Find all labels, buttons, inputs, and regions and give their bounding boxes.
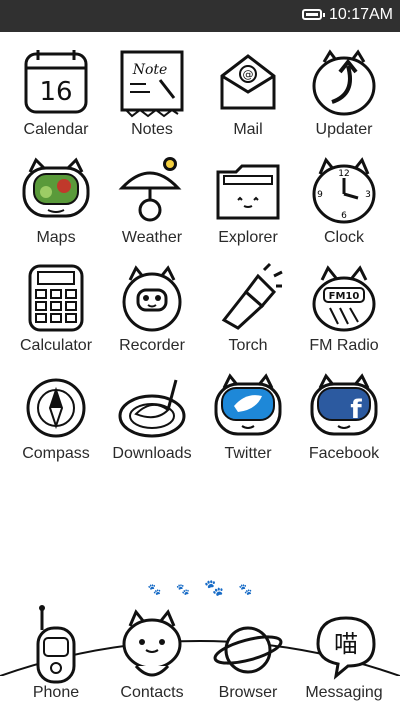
app-explorer[interactable]: Explorer: [198, 148, 298, 253]
notes-text: Note: [132, 62, 168, 78]
explorer-icon: [216, 164, 280, 220]
notes-icon: Note: [120, 50, 184, 118]
twitter-icon: [214, 373, 282, 436]
fm-radio-icon: FM10: [312, 265, 376, 332]
paw-dot-icon[interactable]: 🐾: [238, 583, 252, 596]
updater-icon: [312, 49, 376, 116]
page-indicator: 🐾 🐾 🐾 🐾: [0, 578, 400, 598]
dock: Phone Contacts Browser 喵 Messaging: [0, 598, 400, 711]
browser-icon: [213, 626, 283, 674]
maps-icon: [22, 157, 90, 218]
clock-number: 9: [317, 190, 323, 200]
app-label: Twitter: [224, 445, 272, 462]
battery-icon: [302, 9, 325, 20]
dock-messaging[interactable]: 喵 Messaging: [294, 598, 394, 703]
app-label: Phone: [32, 684, 80, 701]
app-weather[interactable]: Weather: [102, 148, 202, 253]
downloads-icon: [118, 379, 186, 438]
radio-tag: FM10: [329, 291, 360, 302]
recorder-icon: [122, 265, 182, 332]
messaging-glyph: 喵: [334, 630, 358, 658]
dock-phone[interactable]: Phone: [6, 598, 106, 703]
app-label: Notes: [131, 121, 173, 138]
app-label: Browser: [218, 684, 278, 701]
app-label: Messaging: [305, 684, 383, 701]
paw-dot-icon[interactable]: 🐾: [176, 583, 190, 596]
app-label: Contacts: [120, 684, 184, 701]
status-time: 10:17AM: [328, 6, 393, 23]
calculator-icon: [28, 264, 84, 332]
app-label: Maps: [36, 229, 76, 246]
torch-icon: [221, 262, 283, 330]
calendar-icon: 16: [24, 50, 88, 114]
app-label: Downloads: [112, 445, 192, 462]
app-updater[interactable]: Updater: [294, 40, 394, 145]
clock-number: 12: [338, 169, 349, 179]
app-compass[interactable]: Compass: [6, 364, 106, 469]
app-label: Facebook: [308, 445, 380, 462]
app-label: Calculator: [19, 337, 93, 354]
clock-number: 6: [341, 211, 347, 221]
compass-icon: [26, 378, 86, 438]
app-label: Explorer: [218, 229, 278, 246]
paw-dot-active-icon[interactable]: 🐾: [204, 578, 224, 598]
clock-icon: 12 3 6 9: [312, 157, 376, 224]
app-downloads[interactable]: Downloads: [102, 364, 202, 469]
app-label: FM Radio: [309, 337, 379, 354]
app-label: Weather: [121, 229, 183, 246]
app-calculator[interactable]: Calculator: [6, 256, 106, 361]
clock-number: 3: [365, 190, 371, 200]
facebook-icon: f: [310, 373, 378, 436]
weather-icon: [118, 157, 182, 222]
app-label: Mail: [233, 121, 263, 138]
app-label: Calendar: [23, 121, 89, 138]
app-fm-radio[interactable]: FM10 FM Radio: [294, 256, 394, 361]
svg-text:f: f: [350, 395, 362, 425]
paw-dot-icon[interactable]: 🐾: [148, 583, 162, 596]
app-mail[interactable]: @ Mail: [198, 40, 298, 145]
app-clock[interactable]: 12 3 6 9 Clock: [294, 148, 394, 253]
app-label: Compass: [22, 445, 90, 462]
app-notes[interactable]: Note Notes: [102, 40, 202, 145]
app-twitter[interactable]: Twitter: [198, 364, 298, 469]
dock-contacts[interactable]: Contacts: [102, 598, 202, 703]
status-bar: 10:17AM: [0, 0, 400, 32]
app-facebook[interactable]: f Facebook: [294, 364, 394, 469]
app-label: Recorder: [119, 337, 185, 354]
svg-text:@: @: [243, 68, 254, 81]
app-label: Clock: [323, 229, 364, 246]
phone-icon: [36, 605, 76, 684]
mail-icon: @: [220, 54, 276, 110]
messaging-icon: 喵: [316, 616, 376, 680]
app-recorder[interactable]: Recorder: [102, 256, 202, 361]
app-maps[interactable]: Maps: [6, 148, 106, 253]
app-label: Torch: [228, 337, 268, 354]
calendar-day: 16: [39, 77, 72, 107]
contacts-icon: [122, 609, 182, 677]
app-label: Updater: [315, 121, 373, 138]
app-calendar[interactable]: 16 Calendar: [6, 40, 106, 145]
app-torch[interactable]: Torch: [198, 256, 298, 361]
dock-browser[interactable]: Browser: [198, 598, 298, 703]
